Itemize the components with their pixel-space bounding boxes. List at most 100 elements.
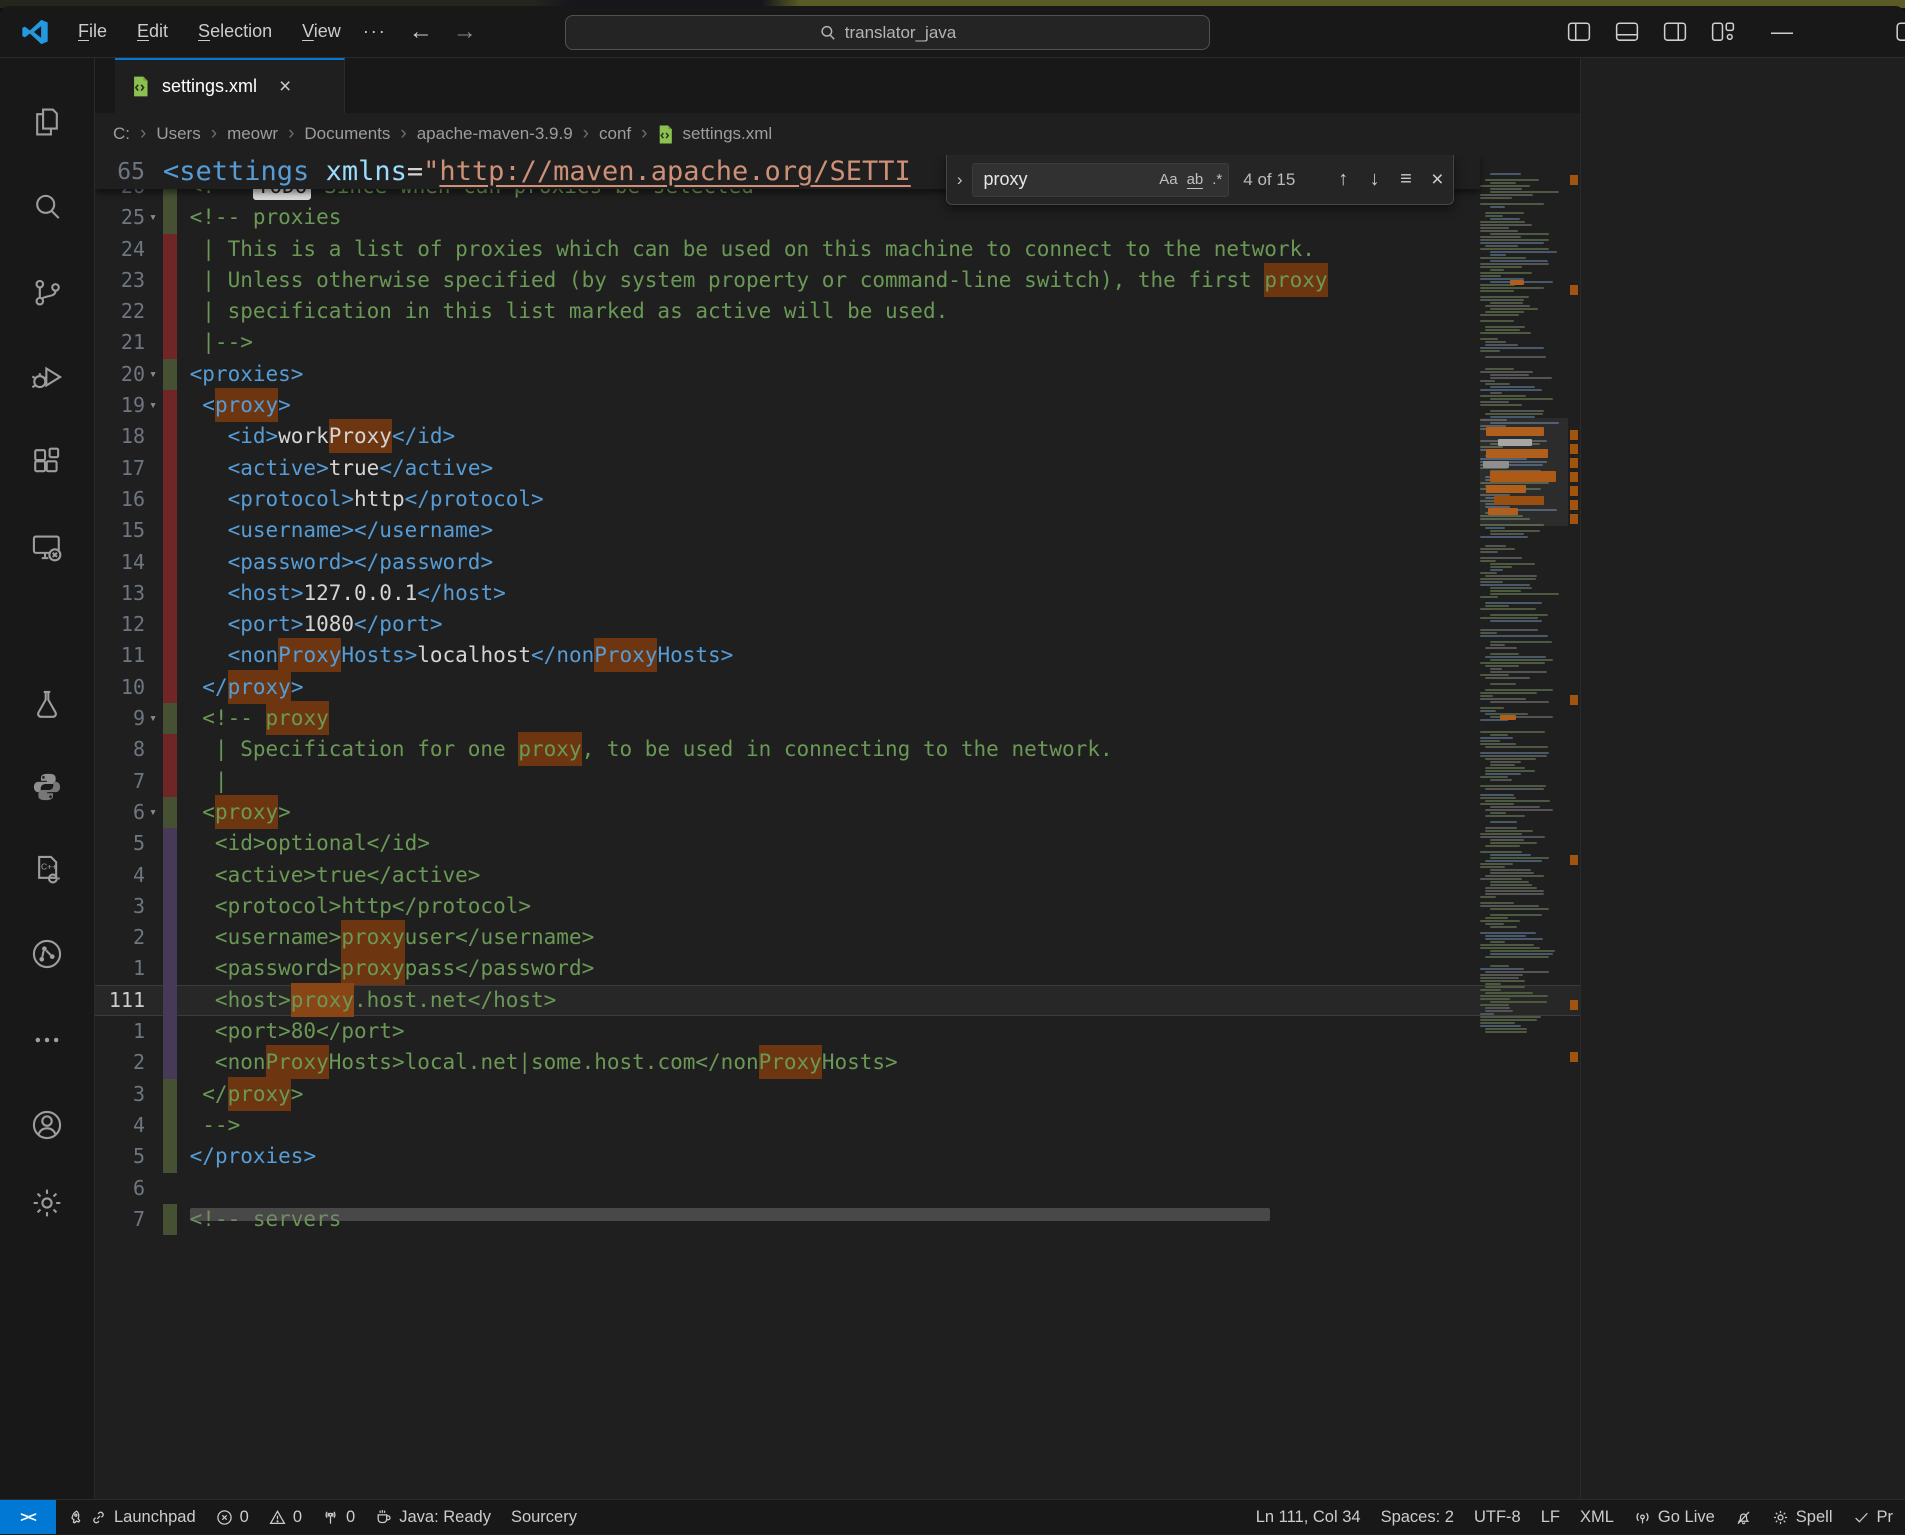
- line-number[interactable]: 17: [95, 453, 145, 484]
- line-number[interactable]: 14: [95, 547, 145, 578]
- find-previous-icon[interactable]: ↑: [1328, 168, 1359, 191]
- activity-more-icon[interactable]: [30, 1023, 64, 1057]
- code-line[interactable]: 1 <port>80</port>: [95, 1016, 1580, 1047]
- code-line[interactable]: 20▾ <proxies>: [95, 359, 1580, 390]
- activity-search-icon[interactable]: [30, 190, 64, 224]
- code-line[interactable]: 10 </proxy>: [95, 672, 1580, 703]
- breadcrumb-documents[interactable]: Documents: [304, 124, 390, 144]
- line-number[interactable]: 7: [95, 766, 145, 797]
- code-line[interactable]: 17 <active>true</active>: [95, 453, 1580, 484]
- toggle-panel-icon[interactable]: [1615, 20, 1639, 44]
- activity-python-icon[interactable]: [30, 770, 64, 804]
- status-lf[interactable]: LF: [1531, 1500, 1570, 1534]
- menu-edit[interactable]: Edit: [127, 17, 178, 46]
- line-number[interactable]: 4: [95, 1110, 145, 1141]
- line-number[interactable]: 19: [95, 390, 145, 421]
- breadcrumb-c[interactable]: C:: [113, 124, 130, 144]
- code-line[interactable]: 11 <nonProxyHosts>localhost</nonProxyHos…: [95, 640, 1580, 671]
- line-number[interactable]: 15: [95, 515, 145, 546]
- code-line[interactable]: 12 <port>1080</port>: [95, 609, 1580, 640]
- activity-explorer-icon[interactable]: [30, 105, 64, 139]
- tab-close-icon[interactable]: ×: [279, 75, 291, 99]
- horizontal-scrollbar[interactable]: [190, 1208, 1270, 1221]
- toggle-secondary-sidebar-icon[interactable]: [1663, 20, 1687, 44]
- menu-overflow-button[interactable]: ···: [351, 17, 399, 46]
- line-number[interactable]: 9: [95, 703, 145, 734]
- line-number[interactable]: 111: [95, 985, 145, 1016]
- status-utf-8[interactable]: UTF-8: [1464, 1500, 1531, 1534]
- code-line[interactable]: 8 | Specification for one proxy, to be u…: [95, 734, 1580, 765]
- breadcrumb-meowr[interactable]: meowr: [227, 124, 278, 144]
- code-line[interactable]: 1 <password>proxypass</password>: [95, 953, 1580, 984]
- breadcrumb-conf[interactable]: conf: [599, 124, 631, 144]
- line-number[interactable]: 12: [95, 609, 145, 640]
- code-line[interactable]: 5 <id>optional</id>: [95, 828, 1580, 859]
- status-item[interactable]: [1725, 1500, 1762, 1534]
- line-number[interactable]: 5: [95, 828, 145, 859]
- fold-chevron-icon[interactable]: ▾: [145, 703, 161, 734]
- fold-chevron-icon[interactable]: ▾: [145, 797, 161, 828]
- code-line[interactable]: 2 <username>proxyuser</username>: [95, 922, 1580, 953]
- menu-file[interactable]: File: [68, 17, 117, 46]
- status-spaces-2[interactable]: Spaces: 2: [1371, 1500, 1464, 1534]
- menu-view[interactable]: View: [292, 17, 351, 46]
- command-center-search[interactable]: translator_java: [565, 15, 1210, 50]
- line-number[interactable]: 5: [95, 1141, 145, 1172]
- customize-layout-icon[interactable]: [1711, 20, 1735, 44]
- line-number[interactable]: 6: [95, 1173, 145, 1204]
- line-number[interactable]: 20: [95, 359, 145, 390]
- line-number[interactable]: 21: [95, 327, 145, 358]
- line-number[interactable]: 18: [95, 421, 145, 452]
- line-number[interactable]: 1: [95, 953, 145, 984]
- code-line[interactable]: 6: [95, 1173, 1580, 1204]
- activity-settings-icon[interactable]: [30, 1186, 64, 1220]
- activity-cmake-tools-icon[interactable]: C++: [30, 853, 64, 887]
- code-line[interactable]: 15 <username></username>: [95, 515, 1580, 546]
- status-launchpad[interactable]: Launchpad: [56, 1500, 206, 1534]
- line-number[interactable]: 2: [95, 1047, 145, 1078]
- code-line[interactable]: 13 <host>127.0.0.1</host>: [95, 578, 1580, 609]
- line-number[interactable]: 10: [95, 672, 145, 703]
- code-line[interactable]: 19▾ <proxy>: [95, 390, 1580, 421]
- code-line[interactable]: 24 | This is a list of proxies which can…: [95, 234, 1580, 265]
- activity-extensions-icon[interactable]: [30, 445, 64, 479]
- code-line[interactable]: 3 </proxy>: [95, 1079, 1580, 1110]
- toggle-replace-icon[interactable]: ›: [947, 170, 972, 190]
- window-maximize-button[interactable]: [1895, 20, 1905, 44]
- code-line[interactable]: 14 <password></password>: [95, 547, 1580, 578]
- activity-testing-icon[interactable]: [30, 688, 64, 722]
- code-line[interactable]: 111 <host>proxy.host.net</host>: [95, 985, 1580, 1016]
- code-line[interactable]: 16 <protocol>http</protocol>: [95, 484, 1580, 515]
- code-line[interactable]: 3 <protocol>http</protocol>: [95, 891, 1580, 922]
- code-line[interactable]: 4 -->: [95, 1110, 1580, 1141]
- find-close-icon[interactable]: ×: [1422, 168, 1453, 192]
- code-editor[interactable]: 26 <!-- TODO Since when can proxies be s…: [95, 155, 1580, 1499]
- status-pr[interactable]: Pr: [1843, 1500, 1904, 1534]
- match-case-icon[interactable]: Aa: [1159, 171, 1177, 189]
- activity-remote-explorer-icon[interactable]: [30, 530, 64, 564]
- line-number[interactable]: 8: [95, 734, 145, 765]
- line-number[interactable]: 3: [95, 891, 145, 922]
- fold-chevron-icon[interactable]: ▾: [145, 359, 161, 390]
- status-0[interactable]: 0: [259, 1500, 312, 1534]
- line-number[interactable]: 22: [95, 296, 145, 327]
- line-number[interactable]: 11: [95, 640, 145, 671]
- activity-git-graph-icon[interactable]: [30, 937, 64, 971]
- line-number[interactable]: 6: [95, 797, 145, 828]
- line-number[interactable]: 4: [95, 860, 145, 891]
- breadcrumb-users[interactable]: Users: [156, 124, 200, 144]
- status-java-ready[interactable]: Java: Ready: [365, 1500, 501, 1534]
- line-number[interactable]: 13: [95, 578, 145, 609]
- line-number[interactable]: 16: [95, 484, 145, 515]
- whole-word-icon[interactable]: ab: [1187, 171, 1204, 189]
- status-spell[interactable]: Spell: [1762, 1500, 1843, 1534]
- code-line[interactable]: 2 <nonProxyHosts>local.net|some.host.com…: [95, 1047, 1580, 1078]
- code-line[interactable]: 6▾ <proxy>: [95, 797, 1580, 828]
- activity-accounts-icon[interactable]: [30, 1108, 64, 1142]
- code-line[interactable]: 21 |-->: [95, 327, 1580, 358]
- activity-run-and-debug-icon[interactable]: [30, 360, 64, 394]
- line-number[interactable]: 25: [95, 202, 145, 233]
- line-number[interactable]: 1: [95, 1016, 145, 1047]
- remote-indicator[interactable]: ><: [0, 1500, 56, 1535]
- line-number[interactable]: 3: [95, 1079, 145, 1110]
